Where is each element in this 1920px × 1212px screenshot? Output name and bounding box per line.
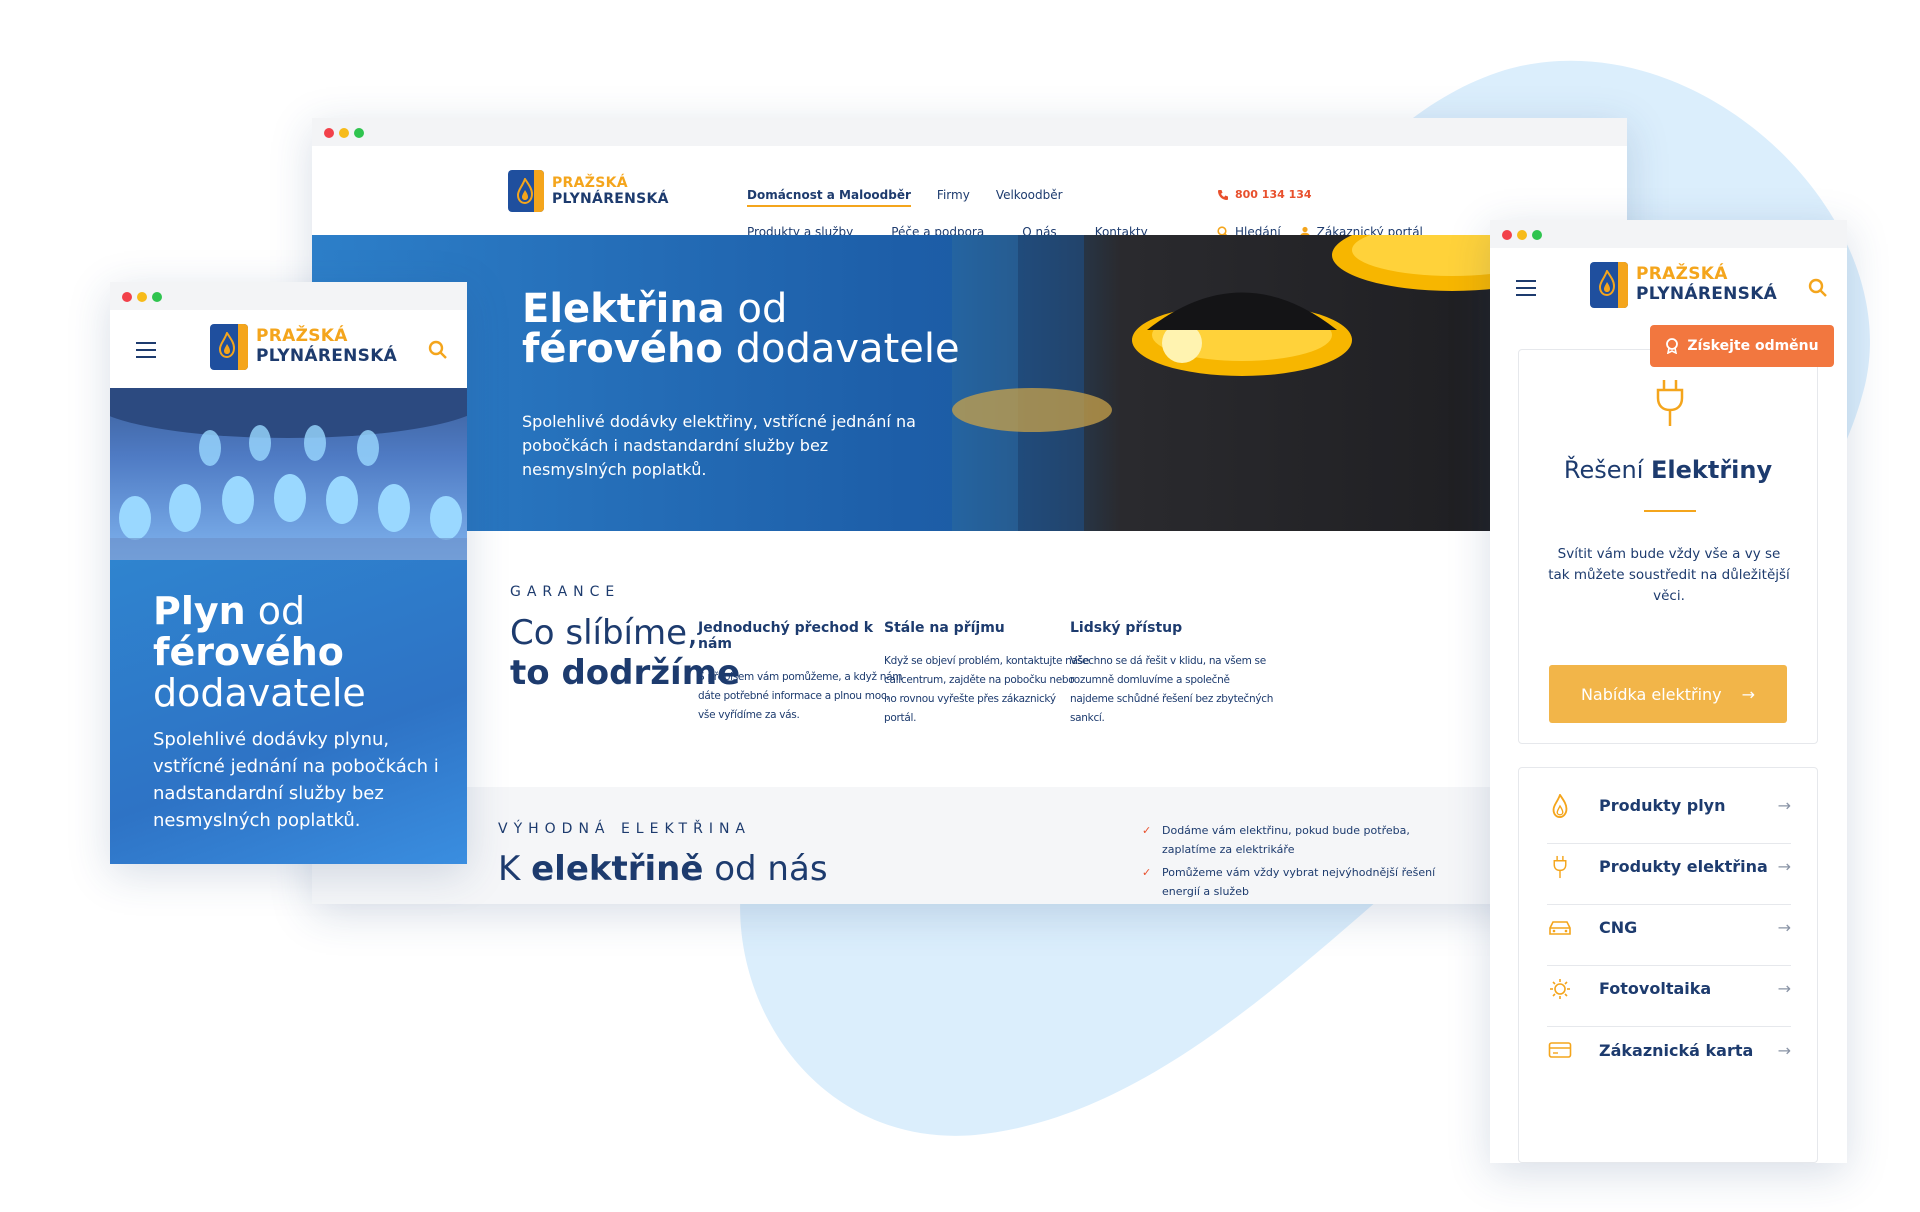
arrow-right-icon: → [1741, 684, 1756, 704]
maximize-dot[interactable] [354, 128, 364, 138]
phone-icon [1218, 189, 1228, 200]
arrow-right-icon: → [1777, 796, 1791, 815]
phone-link[interactable]: 800 134 134 [1217, 188, 1312, 201]
segment-nav: Domácnost a Maloodběr Firmy Velkoodběr [747, 188, 1063, 207]
gas-flames-illustration [110, 388, 467, 560]
window-titlebar [1490, 220, 1847, 248]
garance-column: Jednoduchý přechod k nám S přepisem vám … [698, 620, 903, 721]
garance-eyebrow: GARANCE [510, 584, 621, 600]
logo-flame-icon [508, 170, 544, 212]
logo-line1: PRAŽSKÁ [552, 174, 628, 191]
title-underline [1644, 510, 1696, 512]
search-icon[interactable] [428, 340, 448, 360]
minimize-dot[interactable] [1517, 230, 1527, 240]
desktop-browser-window: PRAŽSKÁ PLYNÁRENSKÁ Domácnost a Maloodbě… [312, 118, 1627, 904]
mobile-header: PRAŽSKÁ PLYNÁRENSKÁ [110, 310, 467, 388]
arrow-right-icon: → [1777, 857, 1791, 876]
close-dot[interactable] [1502, 230, 1512, 240]
car-icon [1547, 915, 1573, 941]
close-dot[interactable] [122, 292, 132, 302]
garance-column: Stále na příjmu Když se objeví problém, … [884, 620, 1089, 724]
window-titlebar [110, 282, 467, 310]
plug-icon [1547, 854, 1573, 880]
hero-text: Spolehlivé dodávky elektřiny, vstřícné j… [522, 412, 916, 479]
electricity-solution-card: Řešení Elektřiny Svítit vám bude vždy vš… [1518, 349, 1818, 744]
logo-line1: PRAŽSKÁ [1636, 264, 1728, 285]
brand-logo[interactable]: PRAŽSKÁ PLYNÁRENSKÁ [508, 170, 669, 212]
arrow-right-icon: → [1777, 1040, 1791, 1060]
card-text: Svítit vám bude vždy vše a vy se tak můž… [1548, 546, 1790, 604]
brand-logo[interactable]: PRAŽSKÁ PLYNÁRENSKÁ [210, 324, 397, 370]
vyhodna-section: VÝHODNÁ ELEKTŘINA K elektřině od nás Dod… [312, 787, 1627, 904]
reward-button[interactable]: Získejte odměnu [1650, 325, 1834, 367]
maximize-dot[interactable] [1532, 230, 1542, 240]
phone-number: 800 134 134 [1235, 188, 1312, 201]
product-item-customer-card[interactable]: Zákaznická karta → [1547, 1012, 1791, 1088]
hero-banner: Elektřina od férového dodavatele Spolehl… [312, 235, 1627, 531]
hero-title: Elektřina od férového dodavatele [522, 286, 960, 372]
product-list-card: Produkty plyn → Produkty elektřina → CNG… [1518, 767, 1818, 1163]
benefit-list: Dodáme vám elektřinu, pokud bude potřeba… [1142, 821, 1442, 904]
medal-icon [1666, 338, 1679, 354]
logo-line2: PLYNÁRENSKÁ [256, 346, 398, 366]
benefit-item: Dodáme vám elektřinu, pokud bude potřeba… [1142, 821, 1442, 859]
hamburger-menu-icon[interactable] [136, 342, 156, 358]
vyhodna-title: K elektřině od nás [498, 849, 828, 889]
nav-velkoodber[interactable]: Velkoodběr [996, 188, 1063, 207]
sun-icon [1547, 976, 1573, 1002]
maximize-dot[interactable] [152, 292, 162, 302]
electricity-offer-button[interactable]: Nabídka elektřiny → [1549, 665, 1787, 723]
mobile-gas-window: PRAŽSKÁ PLYNÁRENSKÁ Plyn od férového dod… [110, 282, 467, 864]
logo-line1: PRAŽSKÁ [256, 326, 348, 347]
search-icon[interactable] [1808, 278, 1828, 298]
benefit-item: Pomůžeme vám vždy vybrat nejvýhodnější ř… [1142, 863, 1442, 901]
flame-icon [1547, 793, 1573, 819]
vyhodna-eyebrow: VÝHODNÁ ELEKTŘINA [498, 821, 751, 837]
nav-domacnost[interactable]: Domácnost a Maloodběr [747, 188, 911, 207]
gas-hero-title: Plyn od férového dodavatele [153, 589, 366, 715]
mobile-electricity-window: PRAŽSKÁ PLYNÁRENSKÁ Řešení Elektřiny Sví… [1490, 220, 1847, 1163]
logo-line2: PLYNÁRENSKÁ [1636, 284, 1778, 304]
plug-icon [1656, 380, 1684, 426]
logo-line2: PLYNÁRENSKÁ [552, 191, 669, 207]
card-title: Řešení Elektřiny [1563, 456, 1773, 484]
gas-burner-image [110, 388, 467, 560]
logo-flame-icon [210, 324, 248, 370]
arrow-right-icon: → [1777, 918, 1791, 937]
mobile-header: PRAŽSKÁ PLYNÁRENSKÁ [1490, 248, 1847, 326]
gas-hero-text: Spolehlivé dodávky plynu, vstřícné jedná… [153, 729, 439, 831]
nav-firmy[interactable]: Firmy [937, 188, 970, 207]
card-icon [1547, 1037, 1573, 1063]
garance-column: Lidský přístup Všechno se dá řešit v kli… [1070, 620, 1274, 724]
logo-flame-icon [1590, 262, 1628, 308]
gas-hero-panel: Plyn od férového dodavatele Spolehlivé d… [110, 560, 467, 864]
arrow-right-icon: → [1777, 979, 1791, 998]
window-titlebar [312, 118, 1627, 146]
minimize-dot[interactable] [137, 292, 147, 302]
hamburger-menu-icon[interactable] [1516, 280, 1536, 296]
brand-logo[interactable]: PRAŽSKÁ PLYNÁRENSKÁ [1590, 262, 1777, 308]
minimize-dot[interactable] [339, 128, 349, 138]
close-dot[interactable] [324, 128, 334, 138]
garance-section: GARANCE Co slíbíme, to dodržíme Jednoduc… [312, 531, 1627, 787]
